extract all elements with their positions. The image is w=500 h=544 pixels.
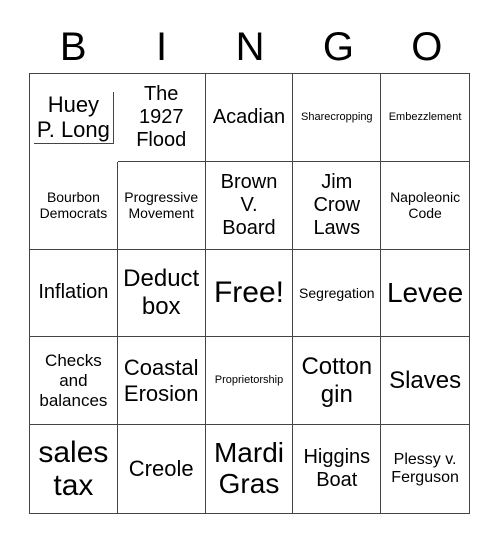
header-letter-b: B bbox=[59, 25, 87, 69]
bingo-cell[interactable]: Higgins Boat bbox=[293, 425, 382, 513]
bingo-cell[interactable]: Plessy v. Ferguson bbox=[381, 425, 469, 513]
bingo-grid: Huey P. Long The 1927 Flood Acadian Shar… bbox=[29, 73, 470, 514]
bingo-cell[interactable]: Coastal Erosion bbox=[117, 337, 206, 426]
header-letter-g: G bbox=[322, 25, 354, 69]
bingo-cell[interactable]: Acadian bbox=[205, 74, 294, 162]
bingo-header: B I N G O bbox=[29, 22, 471, 72]
header-letter-i: I bbox=[156, 25, 168, 69]
bingo-cell[interactable]: Progressive Movement bbox=[117, 161, 206, 250]
bingo-cell[interactable]: Cotton gin bbox=[293, 337, 382, 426]
bingo-cell[interactable]: Jim Crow Laws bbox=[293, 161, 382, 250]
bingo-cell[interactable]: sales tax bbox=[30, 425, 118, 513]
bingo-cell[interactable]: Embezzlement bbox=[381, 74, 469, 162]
bingo-cell[interactable]: Bourbon Democrats bbox=[30, 161, 118, 250]
bingo-cell[interactable]: Proprietorship bbox=[205, 337, 294, 426]
bingo-cell[interactable]: Mardi Gras bbox=[206, 425, 294, 513]
bingo-cell[interactable]: Slaves bbox=[381, 337, 469, 426]
bingo-cell[interactable]: Inflation bbox=[30, 249, 118, 338]
bingo-cell[interactable]: Checks and balances bbox=[30, 337, 118, 426]
bingo-cell[interactable]: Huey P. Long bbox=[33, 92, 114, 144]
header-letter-o: O bbox=[411, 25, 443, 69]
bingo-cell[interactable]: Brown V. Board bbox=[205, 161, 294, 250]
bingo-cell[interactable]: Sharecropping bbox=[293, 74, 382, 162]
bingo-cell[interactable]: Deduct box bbox=[117, 249, 206, 338]
bingo-cell[interactable]: Napoleonic Code bbox=[381, 162, 469, 250]
bingo-cell[interactable]: Levee bbox=[381, 250, 469, 338]
header-letter-n: N bbox=[235, 25, 265, 69]
bingo-cell[interactable]: Segregation bbox=[293, 249, 382, 338]
bingo-cell[interactable]: Creole bbox=[118, 425, 206, 513]
bingo-cell[interactable]: The 1927 Flood bbox=[117, 74, 206, 162]
bingo-cell-free[interactable]: Free! bbox=[205, 249, 294, 338]
